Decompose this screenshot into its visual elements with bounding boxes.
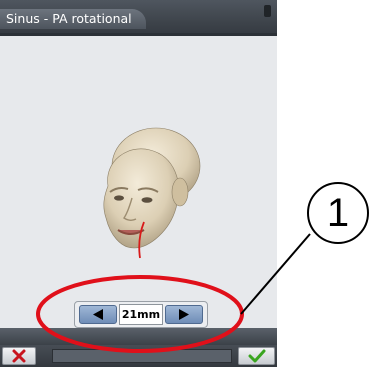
decrease-button[interactable]	[79, 305, 117, 324]
window-title: Sinus - PA rotational	[0, 9, 146, 29]
title-bar-handle	[264, 5, 271, 17]
title-bar: Sinus - PA rotational	[0, 0, 277, 36]
callout-number: 1	[326, 190, 350, 235]
arrow-left-icon	[93, 309, 103, 320]
arrow-right-icon	[179, 309, 189, 320]
status-field	[52, 349, 232, 363]
confirm-button[interactable]	[238, 347, 275, 365]
cancel-button[interactable]	[2, 347, 36, 365]
distance-value: 21mm	[119, 304, 163, 325]
device-screen: Sinus - PA rotational 21mm	[0, 0, 277, 367]
title-bar-divider	[0, 33, 277, 36]
bottom-band	[0, 328, 277, 345]
patient-head-illustration	[88, 126, 208, 261]
check-icon	[248, 349, 266, 363]
distance-control: 21mm	[74, 301, 208, 328]
increase-button[interactable]	[165, 305, 203, 324]
cross-icon	[12, 349, 26, 363]
